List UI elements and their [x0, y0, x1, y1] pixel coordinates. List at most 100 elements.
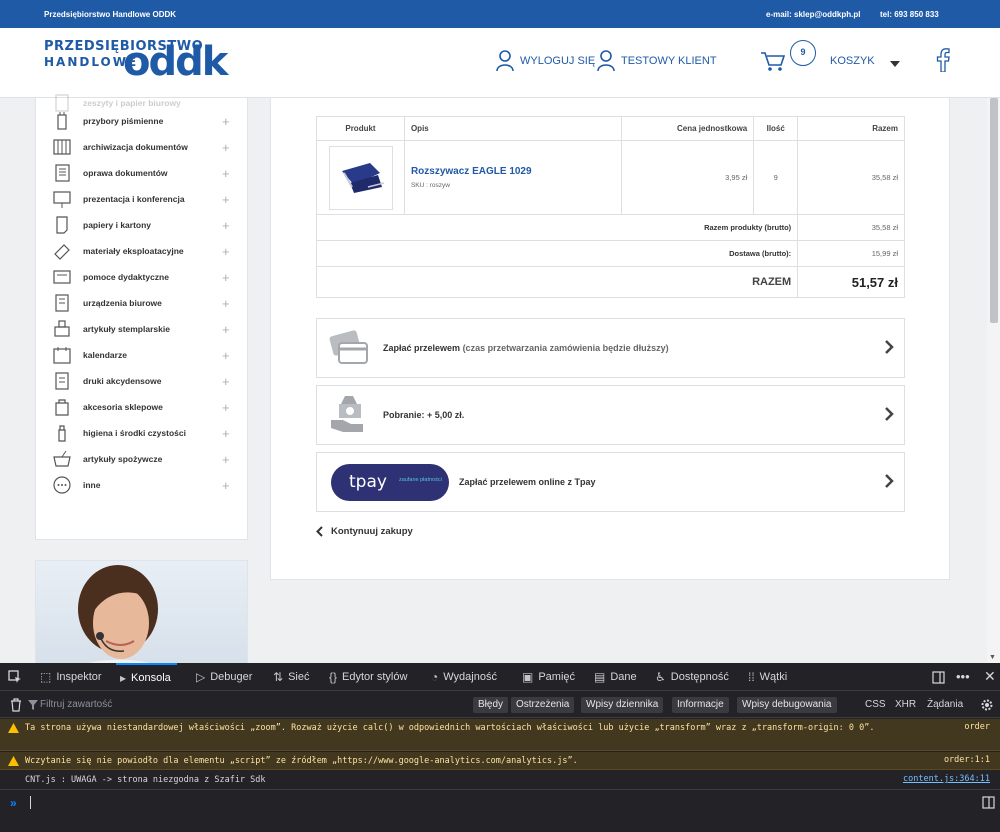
basket-icon [53, 450, 71, 467]
expand-icon[interactable]: + [222, 271, 230, 284]
scroll-down-icon[interactable]: ▼ [989, 654, 996, 661]
filter-logs-button[interactable]: Wpisy dziennika [581, 697, 664, 713]
pay-transfer-option[interactable]: Zapłać przelewem (czas przetwarzania zam… [316, 318, 905, 378]
devtools-tabbar: ⬚ Inspektor ▸ Konsola ▷ Debuger ⇅ Sieć {} Edy… [0, 663, 1000, 691]
sidebar-item-urzadzenia[interactable]: urządzenia biurowe + [36, 290, 249, 316]
sidebar-item-druki[interactable]: druki akcydensowe + [36, 368, 249, 394]
tab-storage[interactable]: ▤ Dane [594, 663, 637, 691]
sidebar-item-stemplarskie[interactable]: artykuły stemplarskie + [36, 316, 249, 342]
sidebar-item-kalendarze[interactable]: kalendarze + [36, 342, 249, 368]
expand-icon[interactable]: + [222, 453, 230, 466]
expand-icon[interactable]: + [222, 167, 230, 180]
sidebar-item-label: urządzenia biurowe [83, 298, 162, 308]
pay-cod-option[interactable]: Pobranie: + 5,00 zł. [316, 385, 905, 445]
scrollbar-thumb[interactable] [990, 98, 998, 323]
continue-shopping-label: Kontynuuj zakupy [331, 526, 413, 537]
filter-errors-button[interactable]: Błędy [473, 697, 509, 713]
tab-network[interactable]: ⇅ Sieć [273, 663, 309, 691]
sidebar-item-higiena[interactable]: higiena i środki czystości + [36, 420, 249, 446]
expand-icon[interactable]: + [222, 193, 230, 206]
accessibility-icon: ♿ [655, 670, 666, 684]
trash-icon[interactable] [10, 698, 22, 712]
sidebar-item-spozywcze[interactable]: artykuły spożywcze + [36, 446, 249, 472]
sidebar-item-label: prezentacja i konferencja [83, 194, 185, 204]
expand-icon[interactable]: + [222, 115, 230, 128]
filter-xhr-toggle[interactable]: XHR [895, 699, 916, 710]
tab-memory[interactable]: ▣ Pamięć [522, 663, 575, 691]
console-filter-input[interactable]: Filtruj zawartość [40, 699, 112, 710]
close-icon[interactable]: ✕ [984, 668, 996, 685]
expand-icon[interactable]: + [222, 375, 230, 388]
contact-email[interactable]: e-mail: sklep@oddkph.pl [766, 10, 860, 19]
tab-label: Dane [610, 671, 637, 683]
device-icon [55, 294, 69, 312]
bottle-icon [58, 425, 66, 442]
tab-inspector[interactable]: ⬚ Inspektor [40, 663, 102, 691]
chevron-right-icon [885, 407, 894, 421]
sidebar-item-akcesoria[interactable]: akcesoria sklepowe + [36, 394, 249, 420]
cart-link[interactable]: KOSZYK [760, 50, 875, 72]
sidebar-item-przybory[interactable]: przybory piśmienne + [36, 108, 249, 134]
console-input[interactable] [30, 796, 31, 809]
element-picker-icon[interactable] [8, 670, 22, 684]
sidebar-item-materialy[interactable]: materiały eksploatacyjne + [36, 238, 249, 264]
product-thumbnail[interactable] [329, 145, 393, 210]
logout-link[interactable]: WYLOGUJ SIĘ [496, 50, 595, 72]
tpay-tagline: zaufane płatności [399, 477, 442, 483]
expand-icon[interactable]: + [222, 297, 230, 310]
sidebar-item-label: zeszyty i papier biurowy [83, 98, 181, 108]
split-console-icon[interactable] [982, 796, 995, 809]
tab-debugger[interactable]: ▷ Debuger [196, 663, 252, 691]
tab-style-editor[interactable]: {} Edytor stylów [329, 663, 407, 691]
facebook-icon[interactable] [936, 48, 950, 72]
sidebar-item-archiwizacja[interactable]: archiwizacja dokumentów + [36, 134, 249, 160]
sidebar-item-label: akcesoria sklepowe [83, 402, 163, 412]
product-description-cell: Rozszywacz EAGLE 1029 SKU : roszyw [403, 140, 623, 215]
sidebar-item-prezentacja[interactable]: prezentacja i konferencja + [36, 186, 249, 212]
console-message-source[interactable]: order [964, 722, 990, 732]
settings-gear-icon[interactable] [980, 698, 994, 712]
sidebar-item-inne[interactable]: inne + [36, 472, 249, 498]
filter-icon [28, 700, 38, 710]
col-header-product: Produkt [316, 116, 405, 141]
tab-label: Pamięć [538, 671, 576, 683]
dock-toggle-icon[interactable] [932, 671, 945, 684]
filter-info-button[interactable]: Informacje [672, 697, 729, 713]
contact-phone[interactable]: tel: 693 850 833 [880, 10, 939, 19]
chevron-right-icon [885, 340, 894, 354]
expand-icon[interactable]: + [222, 401, 230, 414]
page-scrollbar[interactable]: ▼ [987, 98, 1000, 663]
expand-icon[interactable]: + [222, 323, 230, 336]
more-options-icon[interactable]: ••• [956, 669, 970, 684]
console-message-source[interactable]: order:1:1 [944, 755, 990, 765]
sidebar-item-pomoce[interactable]: pomoce dydaktyczne + [36, 264, 249, 290]
grand-total-label: RAZEM [315, 266, 799, 298]
tab-accessibility[interactable]: ♿ Dostępność [655, 663, 729, 691]
tab-workers[interactable]: ⁞⁞ Wątki [748, 663, 787, 691]
console-message-source[interactable]: content.js:364:11 [903, 774, 990, 784]
expand-icon[interactable]: + [222, 349, 230, 362]
expand-icon[interactable]: + [222, 245, 230, 258]
pay-tpay-option[interactable]: tpay zaufane płatności Zapłać przelewem … [316, 452, 905, 512]
tab-console[interactable]: ▸ Konsola [116, 663, 177, 691]
site-logo[interactable]: PRZEDSIĘBIORSTWO HANDLOWE oddk [44, 38, 229, 88]
continue-shopping-link[interactable]: Kontynuuj zakupy [316, 526, 413, 537]
cart-icon [761, 52, 786, 71]
filter-css-toggle[interactable]: CSS [865, 699, 886, 710]
tab-performance[interactable]: ◔ Wydajność [431, 663, 497, 691]
expand-icon[interactable]: + [222, 427, 230, 440]
product-name-link[interactable]: Rozszywacz EAGLE 1029 [411, 166, 622, 177]
sidebar-item-papiery[interactable]: papiery i kartony + [36, 212, 249, 238]
filter-warnings-button[interactable]: Ostrzeżenia [511, 697, 575, 713]
pay-transfer-note: (czas przetwarzania zamówienia będzie dł… [462, 343, 669, 353]
account-link[interactable]: TESTOWY KLIENT [597, 50, 717, 72]
expand-icon[interactable]: + [222, 219, 230, 232]
grand-total-row: RAZEM 51,57 zł [315, 266, 905, 298]
filter-debug-button[interactable]: Wpisy debugowania [737, 697, 837, 713]
expand-icon[interactable]: + [222, 141, 230, 154]
sidebar-item-oprawa[interactable]: oprawa dokumentów + [36, 160, 249, 186]
cart-dropdown-icon[interactable] [890, 61, 900, 67]
filter-requests-toggle[interactable]: Żądania [927, 699, 963, 710]
expand-icon[interactable]: + [222, 479, 230, 492]
style-editor-icon: {} [329, 670, 338, 684]
